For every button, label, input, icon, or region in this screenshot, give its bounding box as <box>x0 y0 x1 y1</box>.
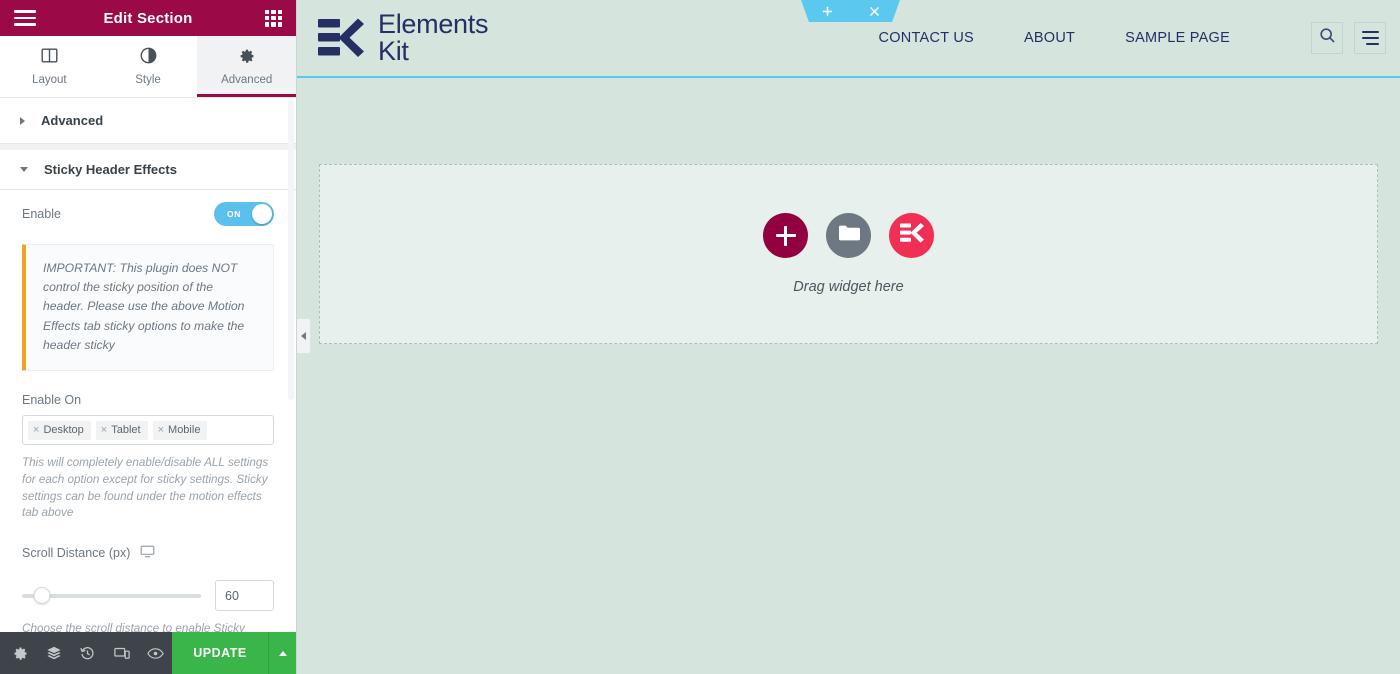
add-section-icon[interactable] <box>822 6 833 17</box>
logo-line-2: Kit <box>378 36 409 66</box>
site-logo-text: Elements Kit <box>378 11 488 65</box>
section-sticky-label: Sticky Header Effects <box>44 162 177 177</box>
chevron-left-icon <box>301 332 306 340</box>
apps-grid-icon[interactable] <box>265 9 282 27</box>
section-advanced[interactable]: Advanced <box>0 98 296 144</box>
remove-tag-icon[interactable]: × <box>101 424 107 436</box>
elementskit-widget-button[interactable] <box>889 213 934 258</box>
add-template-button[interactable] <box>826 213 871 258</box>
nav-item-about[interactable]: ABOUT <box>1024 30 1075 46</box>
section-edit-toolbar <box>801 0 900 22</box>
collapse-panel-button[interactable] <box>297 318 311 354</box>
scroll-distance-control <box>0 570 296 612</box>
elements-kit-mark-icon <box>899 222 924 249</box>
tab-style-label: Style <box>135 74 161 86</box>
search-icon <box>1319 27 1336 49</box>
tag-desktop-label: Desktop <box>43 423 84 436</box>
enable-on-label: Enable On <box>22 393 82 408</box>
scroll-distance-label: Scroll Distance (px) <box>22 546 131 561</box>
tag-mobile-label: Mobile <box>168 423 201 436</box>
search-button[interactable] <box>1311 22 1343 54</box>
enable-control-row: Enable ON <box>0 190 296 238</box>
section-advanced-label: Advanced <box>41 113 104 128</box>
elements-kit-logo-icon <box>318 16 365 60</box>
tab-layout-label: Layout <box>32 74 67 86</box>
enable-label: Enable <box>22 207 61 221</box>
site-logo[interactable]: Elements Kit <box>318 11 488 65</box>
important-notice: IMPORTANT: This plugin does NOT control … <box>22 244 274 372</box>
add-widget-button[interactable] <box>763 213 808 258</box>
caret-up-icon <box>278 650 287 656</box>
responsive-mode-icon[interactable] <box>105 632 139 674</box>
toggle-knob <box>252 204 272 224</box>
tab-layout[interactable]: Layout <box>0 36 99 97</box>
header-icon-group <box>1311 22 1386 54</box>
layout-columns-icon <box>41 47 58 67</box>
panel-scrollbar[interactable] <box>288 100 294 400</box>
slider-handle[interactable] <box>33 587 51 605</box>
scroll-distance-input[interactable] <box>215 580 274 612</box>
enable-on-select[interactable]: × Desktop × Tablet × Mobile <box>22 415 274 446</box>
canvas-body: Drag widget here <box>297 78 1400 674</box>
scroll-distance-row-label: Scroll Distance (px) <box>0 522 296 570</box>
nav-item-contact-us[interactable]: CONTACT US <box>879 30 974 46</box>
panel-header: Edit Section <box>0 0 296 36</box>
scroll-distance-helper: Choose the scroll distance to enable Sti… <box>22 622 245 632</box>
tag-tablet-label: Tablet <box>111 423 141 436</box>
site-header-section[interactable]: Elements Kit CONTACT US ABOUT SAMPLE PAG… <box>297 0 1400 78</box>
close-x-icon[interactable] <box>869 6 880 17</box>
desktop-monitor-icon[interactable] <box>140 544 155 562</box>
widget-dropzone[interactable]: Drag widget here <box>319 164 1378 344</box>
remove-tag-icon[interactable]: × <box>158 424 164 436</box>
panel-title: Edit Section <box>103 9 193 27</box>
dropzone-buttons <box>763 213 934 258</box>
update-options-button[interactable] <box>268 632 296 674</box>
hamburger-menu-icon <box>1361 31 1379 45</box>
panel-footer: UPDATE <box>0 632 296 674</box>
enable-toggle[interactable]: ON <box>214 202 274 226</box>
enable-toggle-state: ON <box>227 209 241 219</box>
hamburger-menu-icon[interactable] <box>14 10 36 26</box>
navigator-layers-icon[interactable] <box>38 632 72 674</box>
tab-advanced[interactable]: Advanced <box>197 36 297 97</box>
history-icon[interactable] <box>71 632 105 674</box>
gear-icon <box>239 48 255 67</box>
menu-button[interactable] <box>1354 22 1386 54</box>
enable-on-helper: This will completely enable/disable ALL … <box>22 456 269 520</box>
tag-tablet[interactable]: × Tablet <box>95 420 148 440</box>
elementor-editor: Edit Section Layout Style Advanced Advan… <box>0 0 1400 674</box>
settings-gear-icon[interactable] <box>4 632 38 674</box>
plus-icon <box>775 225 796 246</box>
editor-panel: Edit Section Layout Style Advanced Advan… <box>0 0 297 674</box>
panel-tabs: Layout Style Advanced <box>0 36 297 98</box>
tag-mobile[interactable]: × Mobile <box>152 420 208 440</box>
tab-advanced-label: Advanced <box>221 73 273 86</box>
update-button[interactable]: UPDATE <box>172 632 268 674</box>
preview-eye-icon[interactable] <box>138 632 172 674</box>
scroll-distance-slider[interactable] <box>22 587 201 605</box>
tag-desktop[interactable]: × Desktop <box>28 420 91 440</box>
chevron-right-icon <box>20 116 25 125</box>
section-sticky-header-effects[interactable]: Sticky Header Effects <box>0 144 296 190</box>
dropzone-label: Drag widget here <box>793 279 904 295</box>
nav-item-sample-page[interactable]: SAMPLE PAGE <box>1125 30 1230 46</box>
contrast-circle-icon <box>140 47 157 67</box>
tab-style[interactable]: Style <box>99 36 198 97</box>
remove-tag-icon[interactable]: × <box>33 424 39 436</box>
panel-scroll-body: Advanced Sticky Header Effects Enable ON… <box>0 98 296 632</box>
chevron-down-icon <box>20 167 28 172</box>
folder-icon <box>838 224 860 247</box>
update-button-group: UPDATE <box>172 632 296 674</box>
logo-line-1: Elements <box>378 9 489 39</box>
editor-canvas: Elements Kit CONTACT US ABOUT SAMPLE PAG… <box>297 0 1400 674</box>
site-navigation: CONTACT US ABOUT SAMPLE PAGE <box>879 30 1378 46</box>
